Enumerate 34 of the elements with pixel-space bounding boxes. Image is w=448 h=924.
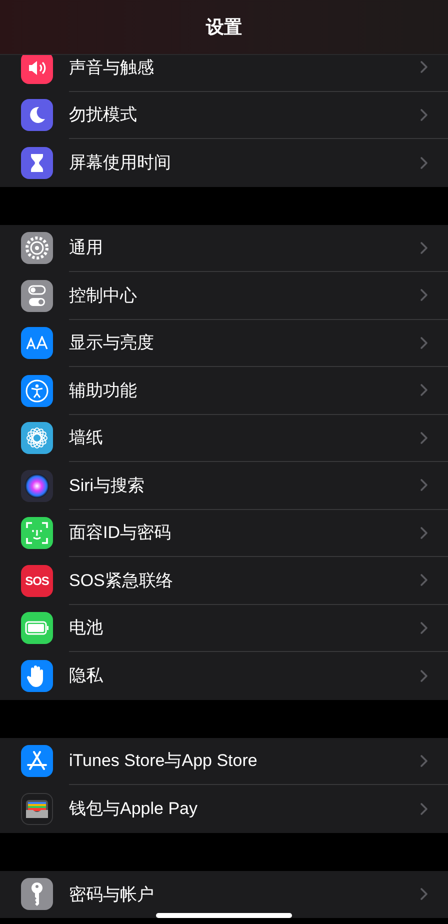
row-label: 钱包与Apple Pay [69, 798, 198, 820]
page-title: 设置 [206, 16, 242, 39]
row-label: 屏幕使用时间 [69, 152, 172, 174]
settings-row[interactable]: 墙纸 [0, 414, 448, 462]
settings-row[interactable]: 显示与亮度 [0, 320, 448, 367]
settings-row[interactable]: 声音与触感 [0, 55, 448, 92]
settings-row[interactable]: 控制中心 [0, 272, 448, 320]
settings-row[interactable]: 隐私 [0, 652, 448, 700]
row-label: 面容ID与密码 [69, 522, 172, 544]
row-label: 墙纸 [69, 427, 104, 450]
row-label: 辅助功能 [69, 380, 138, 402]
settings-row[interactable]: 密码与帐户 [0, 870, 448, 918]
row-label: Siri与搜索 [69, 474, 146, 497]
settings-row[interactable]: 辅助功能 [0, 367, 448, 414]
settings-row[interactable]: SOS SOS紧急联络 [0, 557, 448, 604]
settings-row[interactable]: 勿扰模式 [0, 92, 448, 139]
row-label: 勿扰模式 [69, 104, 138, 126]
row-label: 通用 [69, 237, 104, 260]
row-label: 控制中心 [69, 284, 138, 307]
settings-row[interactable]: 钱包与Apple Pay [0, 785, 448, 832]
row-label: 声音与触感 [69, 56, 155, 79]
row-label: iTunes Store与App Store [69, 750, 258, 772]
settings-row[interactable]: 通用 [0, 224, 448, 272]
settings-row[interactable]: 屏幕使用时间 [0, 139, 448, 186]
row-label: SOS紧急联络 [69, 570, 174, 592]
settings-row[interactable]: 面容ID与密码 [0, 510, 448, 557]
row-label: 隐私 [69, 665, 104, 688]
row-label: 密码与帐户 [69, 884, 155, 906]
row-label: 显示与亮度 [69, 332, 155, 354]
sos-icon: SOS [21, 564, 53, 597]
row-label: 电池 [69, 617, 104, 640]
settings-row[interactable]: Siri与搜索 [0, 462, 448, 510]
settings-row[interactable]: iTunes Store与App Store [0, 738, 448, 785]
settings-row[interactable]: 电池 [0, 604, 448, 652]
